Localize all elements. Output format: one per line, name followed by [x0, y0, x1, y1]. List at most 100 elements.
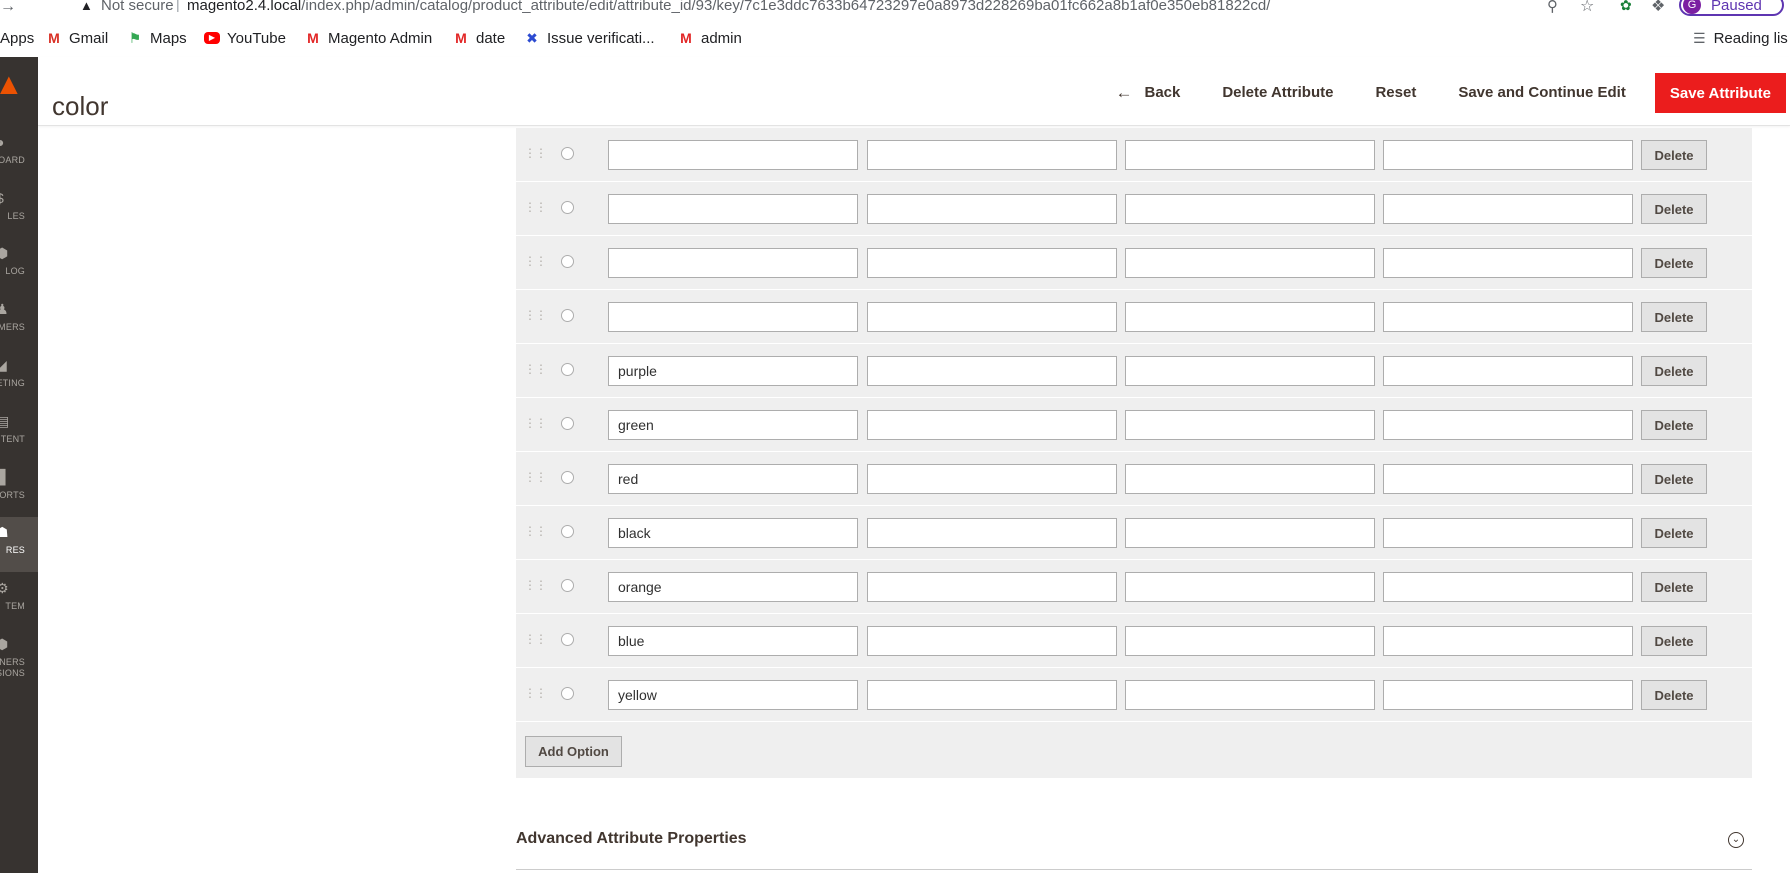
default-radio[interactable] — [561, 525, 574, 538]
store-value-input[interactable] — [867, 248, 1117, 278]
default-radio[interactable] — [561, 147, 574, 160]
sidebar-item-system[interactable]: ⚙ TEM — [0, 573, 38, 628]
save-and-continue-button[interactable]: Save and Continue Edit — [1437, 73, 1647, 113]
default-radio[interactable] — [561, 255, 574, 268]
admin-value-input[interactable] — [608, 626, 858, 656]
delete-option-button[interactable]: Delete — [1641, 140, 1707, 170]
bookmark-issue-verification[interactable]: ✖ Issue verificati... — [524, 26, 654, 50]
store-value-input[interactable] — [1125, 680, 1375, 710]
store-value-input[interactable] — [867, 194, 1117, 224]
default-radio[interactable] — [561, 579, 574, 592]
store-value-input[interactable] — [1383, 626, 1633, 656]
admin-value-input[interactable] — [608, 356, 858, 386]
store-value-input[interactable] — [867, 302, 1117, 332]
drag-handle-icon[interactable]: ⋮⋮ — [524, 200, 547, 214]
back-button[interactable]: ← Back — [1094, 73, 1201, 113]
store-value-input[interactable] — [867, 680, 1117, 710]
extension-icon[interactable]: ✿ — [1620, 0, 1632, 14]
section-title[interactable]: Advanced Attribute Properties — [516, 830, 747, 848]
add-option-button[interactable]: Add Option — [525, 736, 622, 767]
admin-value-input[interactable] — [608, 464, 858, 494]
store-value-input[interactable] — [1125, 302, 1375, 332]
store-value-input[interactable] — [1383, 680, 1633, 710]
drag-handle-icon[interactable]: ⋮⋮ — [524, 524, 547, 538]
sidebar-item-content[interactable]: ▤ TENT — [0, 406, 38, 461]
drag-handle-icon[interactable]: ⋮⋮ — [524, 686, 547, 700]
magento-logo-icon[interactable]: ▲ — [0, 70, 24, 100]
store-value-input[interactable] — [1383, 194, 1633, 224]
bookmark-apps[interactable]: Apps — [0, 26, 34, 50]
default-radio[interactable] — [561, 471, 574, 484]
store-value-input[interactable] — [1383, 140, 1633, 170]
reset-button[interactable]: Reset — [1354, 73, 1437, 113]
delete-option-button[interactable]: Delete — [1641, 626, 1707, 656]
store-value-input[interactable] — [1125, 140, 1375, 170]
admin-value-input[interactable] — [608, 410, 858, 440]
delete-option-button[interactable]: Delete — [1641, 302, 1707, 332]
advanced-properties-section[interactable]: Advanced Attribute Properties ⌄ — [516, 814, 1752, 870]
sidebar-item-customers[interactable]: ♟ OMERS — [0, 294, 38, 349]
admin-value-input[interactable] — [608, 518, 858, 548]
store-value-input[interactable] — [1383, 410, 1633, 440]
store-value-input[interactable] — [1125, 464, 1375, 494]
delete-option-button[interactable]: Delete — [1641, 464, 1707, 494]
default-radio[interactable] — [561, 363, 574, 376]
delete-option-button[interactable]: Delete — [1641, 518, 1707, 548]
store-value-input[interactable] — [1125, 248, 1375, 278]
store-value-input[interactable] — [1125, 194, 1375, 224]
sidebar-item-catalog[interactable]: ⬢ LOG — [0, 238, 38, 293]
drag-handle-icon[interactable]: ⋮⋮ — [524, 308, 547, 322]
drag-handle-icon[interactable]: ⋮⋮ — [524, 362, 547, 376]
admin-value-input[interactable] — [608, 140, 858, 170]
bookmark-magento-admin[interactable]: M Magento Admin — [305, 26, 432, 50]
drag-handle-icon[interactable]: ⋮⋮ — [524, 632, 547, 646]
drag-handle-icon[interactable]: ⋮⋮ — [524, 146, 547, 160]
bookmark-admin[interactable]: M admin — [678, 26, 742, 50]
bookmark-gmail[interactable]: M Gmail — [46, 26, 108, 50]
delete-option-button[interactable]: Delete — [1641, 572, 1707, 602]
store-value-input[interactable] — [867, 464, 1117, 494]
delete-option-button[interactable]: Delete — [1641, 410, 1707, 440]
store-value-input[interactable] — [1383, 302, 1633, 332]
sidebar-item-stores[interactable]: ☗ RES — [0, 517, 38, 572]
store-value-input[interactable] — [867, 518, 1117, 548]
delete-option-button[interactable]: Delete — [1641, 194, 1707, 224]
delete-option-button[interactable]: Delete — [1641, 356, 1707, 386]
forward-arrow-icon[interactable]: → — [0, 0, 16, 16]
sidebar-item-reports[interactable]: ▉ ORTS — [0, 462, 38, 517]
admin-value-input[interactable] — [608, 194, 858, 224]
bookmark-date[interactable]: M date — [453, 26, 505, 50]
url-text[interactable]: magento2.4.local/index.php/admin/catalog… — [187, 0, 1270, 14]
store-value-input[interactable] — [867, 572, 1117, 602]
default-radio[interactable] — [561, 417, 574, 430]
bookmark-youtube[interactable]: ▶ YouTube — [204, 26, 286, 50]
sidebar-item-sales[interactable]: $ LES — [0, 183, 38, 238]
sidebar-item-marketing[interactable]: ◢ ETING — [0, 350, 38, 405]
zoom-icon[interactable]: ⚲ — [1547, 0, 1558, 15]
default-radio[interactable] — [561, 687, 574, 700]
store-value-input[interactable] — [1125, 572, 1375, 602]
store-value-input[interactable] — [867, 626, 1117, 656]
store-value-input[interactable] — [1125, 410, 1375, 440]
save-attribute-button[interactable]: Save Attribute — [1654, 73, 1786, 113]
drag-handle-icon[interactable]: ⋮⋮ — [524, 254, 547, 268]
delete-option-button[interactable]: Delete — [1641, 248, 1707, 278]
admin-value-input[interactable] — [608, 248, 858, 278]
reading-list[interactable]: ☰ Reading lis — [1693, 26, 1788, 50]
address-bar[interactable]: → ▲ Not secure | magento2.4.local/index.… — [0, 0, 1790, 18]
drag-handle-icon[interactable]: ⋮⋮ — [524, 578, 547, 592]
admin-value-input[interactable] — [608, 572, 858, 602]
bookmark-star-icon[interactable]: ☆ — [1580, 0, 1594, 16]
sidebar-item-partners[interactable]: ⬢ RTNERSNSIONS — [0, 629, 38, 684]
default-radio[interactable] — [561, 633, 574, 646]
store-value-input[interactable] — [867, 410, 1117, 440]
store-value-input[interactable] — [867, 140, 1117, 170]
chevron-down-icon[interactable]: ⌄ — [1728, 832, 1744, 848]
drag-handle-icon[interactable]: ⋮⋮ — [524, 416, 547, 430]
delete-attribute-button[interactable]: Delete Attribute — [1201, 73, 1354, 113]
default-radio[interactable] — [561, 309, 574, 322]
store-value-input[interactable] — [867, 356, 1117, 386]
admin-value-input[interactable] — [608, 680, 858, 710]
profile-button[interactable]: G Paused — [1679, 0, 1784, 16]
sidebar-item-dashboard[interactable]: ◕ BOARD — [0, 127, 38, 182]
